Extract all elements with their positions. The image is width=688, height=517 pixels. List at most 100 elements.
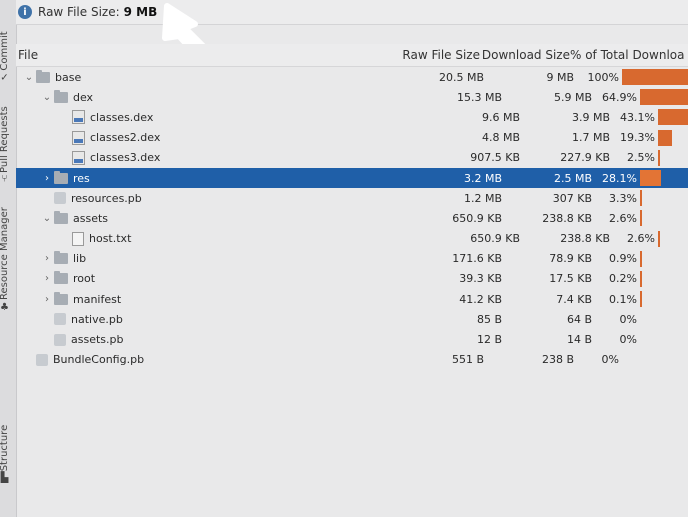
chevron-down-icon[interactable]: ⌄ [40, 92, 54, 103]
table-row[interactable]: classes2.dex 4.8 MB 1.7 MB 19.3% [16, 128, 688, 148]
raw-file-size-cell: 9.6 MB [481, 110, 520, 124]
download-size-cell: 5.9 MB [553, 90, 592, 104]
percent-cell: 19.3% [620, 131, 655, 145]
pb-icon [54, 313, 66, 326]
column-file[interactable]: File [16, 48, 393, 62]
percent-bar-track [640, 190, 688, 207]
percent-bar-track [640, 170, 688, 187]
table-row[interactable]: › lib 171.6 KB 78.9 KB 0.9% [16, 249, 688, 269]
file-name: classes3.dex [90, 151, 161, 165]
download-size-cell: 14 B [566, 333, 592, 347]
chevron-down-icon[interactable]: ⌄ [40, 213, 54, 224]
file-cell: › res [16, 170, 415, 185]
percent-cell: 0.2% [609, 272, 637, 286]
percent-bar-track [640, 311, 688, 327]
file-cell: native.pb [16, 313, 415, 326]
percent-bar [640, 89, 688, 106]
percent-cell: 2.5% [627, 151, 655, 165]
file-name: host.txt [89, 232, 132, 246]
download-size-cell: 307 KB [552, 191, 592, 205]
percent-cell: 0.9% [609, 252, 637, 266]
table-body: ⌄ base 20.5 MB 9 MB 100% ⌄ dex 15.3 MB 5.9 MB 64.… [16, 67, 688, 370]
percent-cell: 2.6% [627, 232, 655, 246]
folder-icon [54, 210, 68, 224]
tab-commit[interactable]: ✓Commit [0, 31, 10, 84]
download-size-cell: 238.8 KB [560, 232, 610, 246]
percent-bar-track [622, 352, 688, 368]
percent-bar [658, 149, 660, 166]
percent-bar-track [658, 230, 688, 247]
raw-file-size-cell: 12 B [476, 333, 502, 347]
percent-bar-track [658, 109, 688, 126]
file-name: assets.pb [71, 333, 124, 347]
download-size-cell: 17.5 KB [549, 272, 592, 286]
download-size-cell: 238 B [541, 353, 574, 367]
table-row[interactable]: resources.pb 1.2 MB 307 KB 3.3% [16, 188, 688, 208]
raw-file-size-cell: 20.5 MB [438, 70, 484, 84]
file-cell: classes2.dex [16, 130, 433, 145]
chevron-down-icon[interactable]: ⌄ [22, 72, 36, 83]
column-percent-total[interactable]: % of Total Downloa [570, 48, 688, 62]
table-row[interactable]: › root 39.3 KB 17.5 KB 0.2% [16, 269, 688, 289]
dex-icon [72, 110, 85, 125]
percent-bar [622, 69, 688, 86]
raw-file-size-cell: 4.8 MB [481, 131, 520, 145]
column-raw-file-size[interactable]: Raw File Size [393, 48, 480, 62]
pb-icon [36, 353, 48, 366]
folder-icon [54, 291, 68, 305]
percent-cell: 0.1% [609, 292, 637, 306]
raw-file-size-cell: 41.2 KB [459, 292, 502, 306]
folder-icon [54, 251, 68, 265]
file-cell: BundleConfig.pb [16, 353, 397, 366]
table-row[interactable]: native.pb 85 B 64 B 0% [16, 309, 688, 329]
table-row[interactable]: ⌄ dex 15.3 MB 5.9 MB 64.9% [16, 87, 688, 107]
pb-icon [54, 333, 66, 346]
percent-cell: 0% [619, 312, 637, 326]
percent-bar [640, 270, 642, 287]
chevron-right-icon[interactable]: › [40, 173, 54, 184]
file-cell: host.txt [16, 231, 433, 246]
folder-icon [54, 89, 68, 103]
table-row[interactable]: ⌄ base 20.5 MB 9 MB 100% [16, 67, 688, 87]
file-name: root [73, 272, 96, 286]
table-row[interactable]: assets.pb 12 B 14 B 0% [16, 329, 688, 349]
table-row[interactable]: › res 3.2 MB 2.5 MB 28.1% [16, 167, 688, 189]
percent-cell: 2.6% [609, 211, 637, 225]
download-size-cell: 238.8 KB [542, 211, 592, 225]
tab-pull-requests[interactable]: ⑂Pull Requests [0, 106, 10, 184]
percent-cell: 43.1% [620, 110, 655, 124]
percent-bar [658, 230, 660, 247]
chevron-right-icon[interactable]: › [40, 294, 54, 305]
tab-resource-manager[interactable]: ♣Resource Manager [0, 207, 10, 313]
table-row[interactable]: classes.dex 9.6 MB 3.9 MB 43.1% [16, 107, 688, 127]
file-name: assets [73, 211, 109, 225]
percent-cell: 100% [587, 70, 619, 84]
file-name: resources.pb [71, 191, 142, 205]
percent-bar-track [658, 149, 688, 166]
raw-file-size-cell: 39.3 KB [459, 272, 502, 286]
file-cell: ⌄ assets [16, 210, 415, 225]
table-row[interactable]: host.txt 650.9 KB 238.8 KB 2.6% [16, 229, 688, 249]
file-cell: classes3.dex [16, 150, 433, 165]
percent-bar [658, 129, 673, 146]
table-row[interactable]: ⌄ assets 650.9 KB 238.8 KB 2.6% [16, 208, 688, 228]
info-icon: i [18, 5, 32, 19]
percent-bar-track [640, 332, 688, 348]
file-cell: ⌄ base [16, 69, 397, 84]
left-tool-strip: ✓Commit ⑂Pull Requests ♣Resource Manager… [0, 0, 17, 517]
table-row[interactable]: BundleConfig.pb 551 B 238 B 0% [16, 350, 688, 370]
column-download-size[interactable]: Download Size [480, 48, 570, 62]
percent-bar-track [640, 250, 688, 267]
tab-structure[interactable]: ▙Structure [0, 425, 10, 484]
table-row[interactable]: classes3.dex 907.5 KB 227.9 KB 2.5% [16, 148, 688, 168]
file-cell: classes.dex [16, 110, 433, 125]
table-row[interactable]: › manifest 41.2 KB 7.4 KB 0.1% [16, 289, 688, 309]
download-size-cell: 64 B [566, 312, 592, 326]
chevron-right-icon[interactable]: › [40, 253, 54, 264]
raw-file-size-cell: 3.2 MB [463, 171, 502, 185]
raw-file-size-cell: 650.9 KB [470, 232, 520, 246]
chevron-right-icon[interactable]: › [40, 273, 54, 284]
file-cell: › lib [16, 251, 415, 265]
raw-file-size-cell: 171.6 KB [452, 252, 502, 266]
commit-icon: ✓ [0, 72, 9, 84]
